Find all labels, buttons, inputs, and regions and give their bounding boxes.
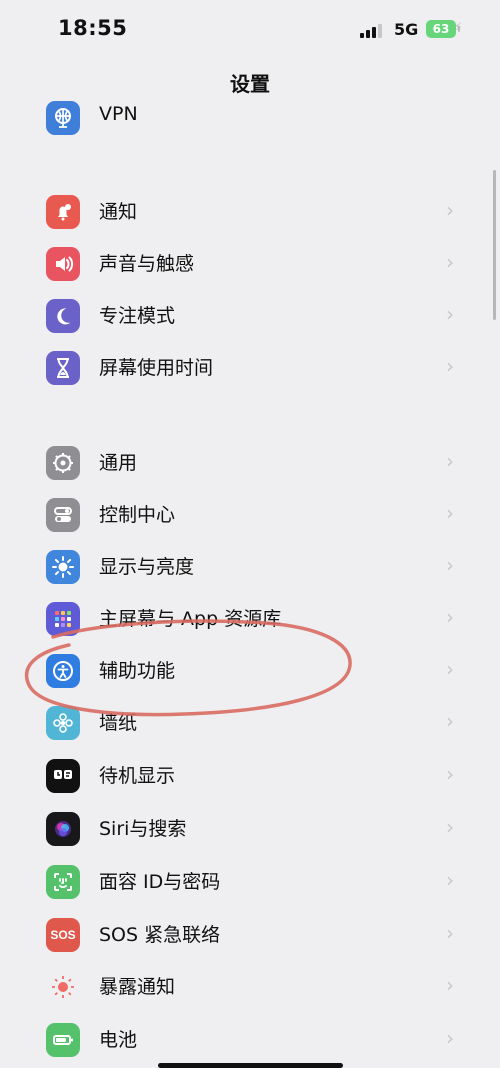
settings-row-siri-search[interactable]: Siri与搜索 ›: [0, 803, 500, 855]
settings-row-label: 电池: [99, 1029, 138, 1051]
app-grid-icon: [46, 602, 80, 636]
settings-row-battery[interactable]: 电池 ›: [0, 1014, 500, 1066]
settings-row-label: 面容 ID与密码: [99, 871, 221, 893]
settings-row-label: 显示与亮度: [99, 556, 195, 578]
flower-icon: [46, 706, 80, 740]
sun-icon: [46, 550, 80, 584]
settings-row-label: 通用: [99, 452, 138, 474]
settings-row-accessibility[interactable]: 辅助功能 ›: [0, 645, 500, 697]
chevron-right-icon: ›: [446, 449, 454, 473]
settings-row-emergency-sos[interactable]: SOS SOS 紧急联络 ›: [0, 909, 500, 961]
settings-row-control-center[interactable]: 控制中心 ›: [0, 489, 500, 541]
sos-icon: SOS: [46, 918, 80, 952]
chevron-right-icon: ›: [446, 921, 454, 945]
chevron-right-icon: ›: [446, 657, 454, 681]
settings-row-label: 墙纸: [99, 712, 138, 734]
standby-icon: [46, 759, 80, 793]
home-indicator[interactable]: [158, 1063, 343, 1068]
settings-row-label: 辅助功能: [99, 660, 176, 682]
settings-row-notifications[interactable]: 通知 ›: [0, 186, 500, 238]
settings-row-label: 待机显示: [99, 765, 176, 787]
chevron-right-icon: ›: [446, 973, 454, 997]
settings-row-label: 主屏幕与 App 资源库: [99, 608, 282, 630]
chevron-right-icon: ›: [446, 198, 454, 222]
settings-row-sounds-haptics[interactable]: 声音与触感 ›: [0, 238, 500, 290]
settings-row-label: SOS 紧急联络: [99, 924, 221, 946]
speaker-icon: [46, 247, 80, 281]
siri-icon: [46, 812, 80, 846]
chevron-right-icon: ›: [446, 501, 454, 525]
chevron-right-icon: ›: [446, 868, 454, 892]
settings-row-screen-time[interactable]: 屏幕使用时间 ›: [0, 342, 500, 394]
vpn-icon: [46, 101, 80, 135]
settings-screen: 18:55 5G 63 ⚡ 设置 VPN 通知 › 声音与触感 › 专注模式 ›…: [0, 0, 500, 1068]
settings-row-label: VPN: [99, 103, 138, 125]
face-id-icon: [46, 865, 80, 899]
settings-list: VPN 通知 › 声音与触感 › 专注模式 › 屏幕使用时间 › 通用 › 控制…: [0, 0, 500, 1068]
chevron-right-icon: ›: [446, 709, 454, 733]
settings-row-home-screen-app-library[interactable]: 主屏幕与 App 资源库 ›: [0, 593, 500, 645]
accessibility-icon: [46, 654, 80, 688]
gear-icon: [46, 446, 80, 480]
chevron-right-icon: ›: [446, 762, 454, 786]
chevron-right-icon: ›: [446, 553, 454, 577]
settings-row-label: 屏幕使用时间: [99, 357, 214, 379]
settings-row-face-id-passcode[interactable]: 面容 ID与密码 ›: [0, 856, 500, 908]
settings-row-label: 控制中心: [99, 504, 176, 526]
settings-row-label: Siri与搜索: [99, 818, 187, 840]
chevron-right-icon: ›: [446, 354, 454, 378]
hourglass-icon: [46, 351, 80, 385]
settings-row-label: 通知: [99, 201, 138, 223]
scroll-indicator[interactable]: [493, 170, 496, 320]
bell-icon: [46, 195, 80, 229]
battery-setting-icon: [46, 1023, 80, 1057]
settings-row-wallpaper[interactable]: 墙纸 ›: [0, 697, 500, 749]
settings-row-focus[interactable]: 专注模式 ›: [0, 290, 500, 342]
settings-row-label: 专注模式: [99, 305, 176, 327]
chevron-right-icon: ›: [446, 250, 454, 274]
toggles-icon: [46, 498, 80, 532]
chevron-right-icon: ›: [446, 605, 454, 629]
moon-icon: [46, 299, 80, 333]
exposure-icon: [46, 970, 80, 1004]
chevron-right-icon: ›: [446, 302, 454, 326]
settings-row-exposure-notifications[interactable]: 暴露通知 ›: [0, 961, 500, 1013]
settings-row-label: 暴露通知: [99, 976, 176, 998]
chevron-right-icon: ›: [446, 1026, 454, 1050]
settings-row-display-brightness[interactable]: 显示与亮度 ›: [0, 541, 500, 593]
settings-row-standby[interactable]: 待机显示 ›: [0, 750, 500, 802]
sos-icon-text: SOS: [50, 928, 76, 942]
settings-row-vpn[interactable]: VPN: [0, 92, 500, 144]
settings-row-label: 声音与触感: [99, 253, 195, 275]
settings-row-general[interactable]: 通用 ›: [0, 437, 500, 489]
chevron-right-icon: ›: [446, 815, 454, 839]
